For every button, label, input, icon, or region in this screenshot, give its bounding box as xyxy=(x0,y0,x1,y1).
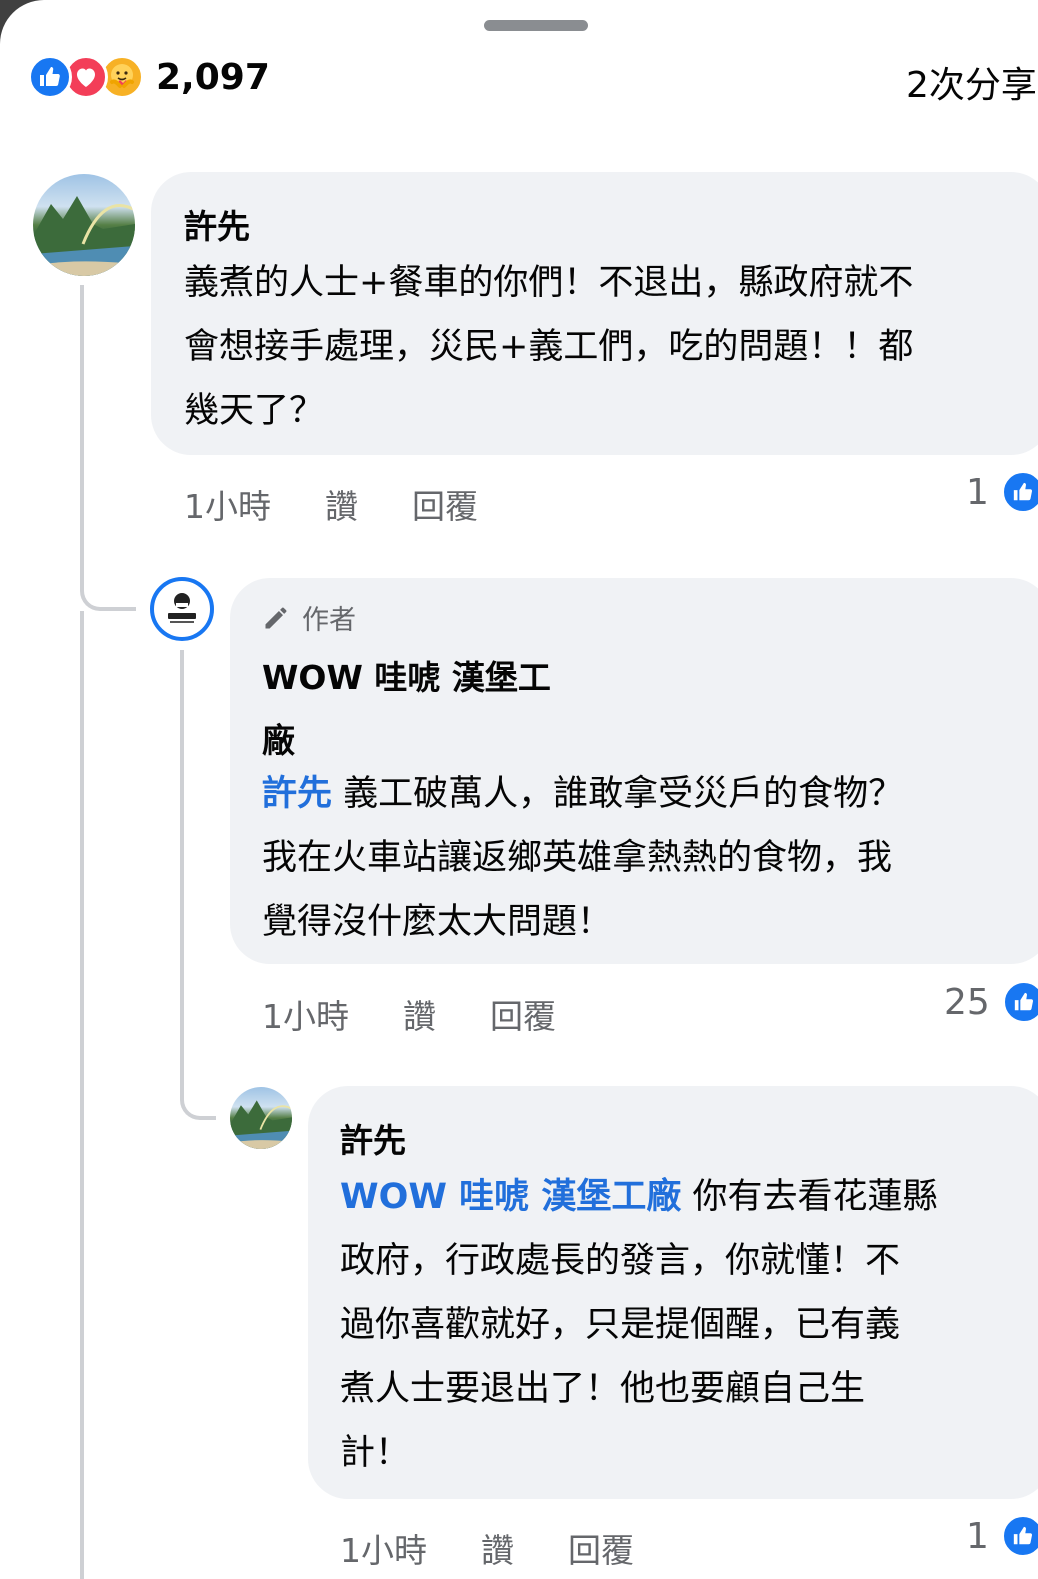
avatar[interactable] xyxy=(33,174,135,276)
comment-time[interactable]: 1小時 xyxy=(184,480,271,528)
comment-author[interactable]: 許先 xyxy=(340,1114,406,1162)
reaction-count: 2,097 xyxy=(156,56,270,98)
comment-like-count[interactable]: 1 xyxy=(966,470,1038,514)
comment-author[interactable]: WOW 哇唬 漢堡工 廠 xyxy=(262,646,551,772)
like-button[interactable]: 讚 xyxy=(481,1524,514,1572)
comment-text: WOW 哇唬 漢堡工廠 你有去看花蓮縣 政府，行政處長的發言，你就懂！不 過你喜… xyxy=(340,1165,937,1485)
avatar[interactable] xyxy=(150,577,214,641)
reply-button[interactable]: 回覆 xyxy=(412,480,478,528)
comment-meta: 1小時 讚 回覆 xyxy=(262,990,610,1038)
like-button[interactable]: 讚 xyxy=(403,990,436,1038)
thread-line xyxy=(180,650,216,1120)
comment-text-line: 會想接手處理，災民+義工們，吃的問題！！都 xyxy=(184,327,914,367)
comment-time[interactable]: 1小時 xyxy=(340,1524,427,1572)
sheet-drag-handle[interactable] xyxy=(484,20,588,31)
like-icon xyxy=(1000,1514,1038,1558)
comment-text: 許先 義工破萬人，誰敢拿受災戶的食物？ 我在火車站讓返鄉英雄拿熱熱的食物，我 覺… xyxy=(262,762,903,954)
like-reaction-icon xyxy=(28,55,72,99)
comment-like-count[interactable]: 1 xyxy=(966,1514,1038,1558)
thread-line xyxy=(80,611,84,1579)
like-count-value: 1 xyxy=(966,471,989,513)
thread-line xyxy=(80,285,136,611)
comment-meta: 1小時 讚 回覆 xyxy=(340,1524,688,1572)
reactions-summary[interactable]: 2,097 xyxy=(28,54,270,100)
share-count[interactable]: 2次分享 xyxy=(906,56,1037,108)
author-badge-label: 作者 xyxy=(302,605,356,636)
comment-text-line: 煮人士要退出了！他也要顧自己生 xyxy=(340,1369,866,1409)
comment-text-line: 你有去看花蓮縣 xyxy=(681,1177,938,1217)
avatar[interactable] xyxy=(230,1087,292,1149)
comment-author[interactable]: 許先 xyxy=(184,200,250,248)
comment-time[interactable]: 1小時 xyxy=(262,990,349,1038)
mention-link[interactable]: 許先 xyxy=(262,774,332,814)
comment-text-line: 幾天了？ xyxy=(184,391,325,431)
comment-text: 義煮的人士+餐車的你們！不退出，縣政府就不 會想接手處理，災民+義工們，吃的問題… xyxy=(184,251,913,443)
like-button[interactable]: 讚 xyxy=(325,480,358,528)
mention-link[interactable]: WOW 哇唬 漢堡工廠 xyxy=(340,1177,681,1217)
comment-text-line: 我在火車站讓返鄉英雄拿熱熱的食物，我 xyxy=(262,838,893,878)
author-badge: 作者 xyxy=(262,598,356,637)
comment-meta: 1小時 讚 回覆 xyxy=(184,480,532,528)
comment-text-line: 義工破萬人，誰敢拿受災戶的食物？ xyxy=(332,774,904,814)
comment-text-line: 政府，行政處長的發言，你就懂！不 xyxy=(340,1241,901,1281)
comment-text-line: 義煮的人士+餐車的你們！不退出，縣政府就不 xyxy=(184,263,914,303)
comments-sheet: 2,097 2次分享 許先 義煮的人士+餐車的你們！不退出，縣政府就不 會想接手… xyxy=(0,0,1038,1579)
comment-text-line: 計！ xyxy=(340,1433,411,1473)
comment-text-line: 過你喜歡就好，只是提個醒，已有義 xyxy=(340,1305,901,1345)
comment-like-count[interactable]: 25 xyxy=(944,980,1038,1024)
comment-author-line: WOW 哇唬 漢堡工 xyxy=(262,658,551,697)
like-count-value: 1 xyxy=(966,1515,989,1557)
pencil-icon xyxy=(265,607,287,628)
reply-button[interactable]: 回覆 xyxy=(568,1524,634,1572)
like-count-value: 25 xyxy=(944,981,990,1023)
like-icon xyxy=(1001,980,1038,1024)
comment-text-line: 覺得沒什麼太大問題！ xyxy=(262,902,613,942)
like-icon xyxy=(1000,470,1038,514)
reply-button[interactable]: 回覆 xyxy=(490,990,556,1038)
